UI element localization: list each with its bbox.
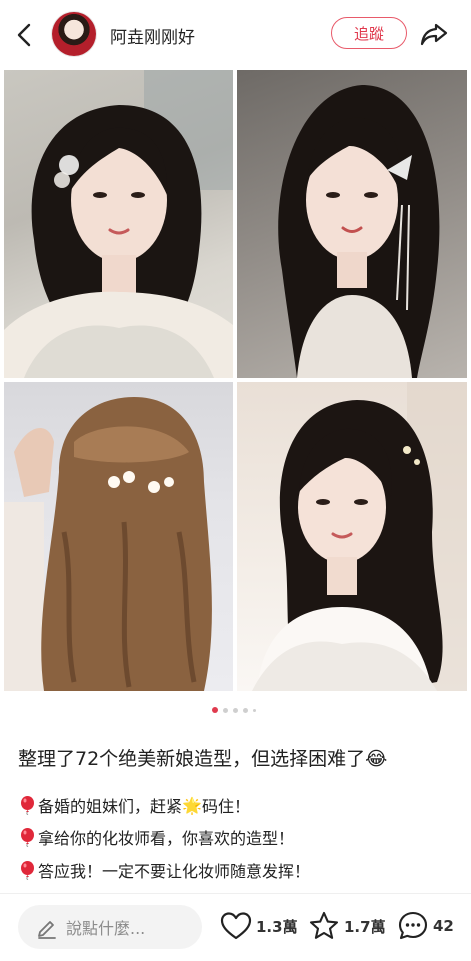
avatar[interactable]: [52, 12, 96, 56]
caption-fade: [0, 880, 471, 894]
photo-bride-2[interactable]: [237, 70, 467, 378]
photo-bride-1[interactable]: [4, 70, 233, 378]
pager-dot: [243, 707, 248, 713]
pager-dot: [233, 707, 238, 713]
pager-dot: [223, 707, 228, 713]
comment-input[interactable]: 說點什麼...: [18, 905, 202, 949]
comment-placeholder: 說點什麼...: [66, 919, 146, 938]
heart-icon: [220, 912, 252, 940]
like-button[interactable]: 1.3萬: [220, 908, 298, 944]
star-icon: [309, 911, 339, 939]
photo-hairstyle-back[interactable]: [4, 382, 233, 691]
back-button[interactable]: [10, 20, 40, 50]
caption-text: 码住！: [201, 797, 250, 816]
caption-text: 拿给你的化妆师看，你喜欢的造型！: [38, 829, 295, 848]
comment-count: 42: [433, 917, 454, 935]
caption-line: 答应我！一定不要让化妆师随意发挥！: [20, 858, 310, 882]
like-count: 1.3萬: [256, 917, 298, 936]
follow-button[interactable]: 追蹤: [331, 17, 407, 49]
balloon-icon: [20, 827, 35, 847]
comment-bubble-icon: [398, 911, 428, 940]
favorite-count: 1.7萬: [344, 917, 386, 936]
favorite-button[interactable]: 1.7萬: [308, 908, 386, 944]
caption-line: 备婚的姐妹们，赶紧 🌟 码住！: [20, 793, 250, 817]
caption-line: 拿给你的化妆师看，你喜欢的造型！: [20, 825, 294, 849]
star-emoji: 🌟: [182, 795, 202, 815]
balloon-icon: [20, 860, 35, 880]
balloon-icon: [20, 795, 35, 815]
pencil-icon: [38, 921, 56, 939]
photo-bride-4[interactable]: [237, 382, 467, 691]
caption-text: 备婚的姐妹们，赶紧: [38, 797, 183, 816]
author-name[interactable]: 阿垚刚刚好: [110, 23, 195, 48]
post-title: 整理了72个绝美新娘造型，但选择困难了😂: [18, 748, 388, 770]
carousel-pager: [212, 706, 256, 714]
caption-text: 答应我！一定不要让化妆师随意发挥！: [38, 862, 311, 881]
pager-dot: [253, 708, 256, 712]
share-button[interactable]: [418, 18, 450, 50]
pager-dot-active: [212, 707, 218, 713]
chevron-left-icon: [17, 23, 31, 47]
share-icon: [420, 23, 448, 46]
bottom-action-bar: 說點什麼... 1.3萬 1.7萬 42: [0, 893, 471, 961]
comment-button[interactable]: 42: [397, 908, 454, 944]
photo-carousel[interactable]: [4, 70, 467, 691]
top-bar: 阿垚刚刚好 追蹤: [0, 0, 471, 70]
